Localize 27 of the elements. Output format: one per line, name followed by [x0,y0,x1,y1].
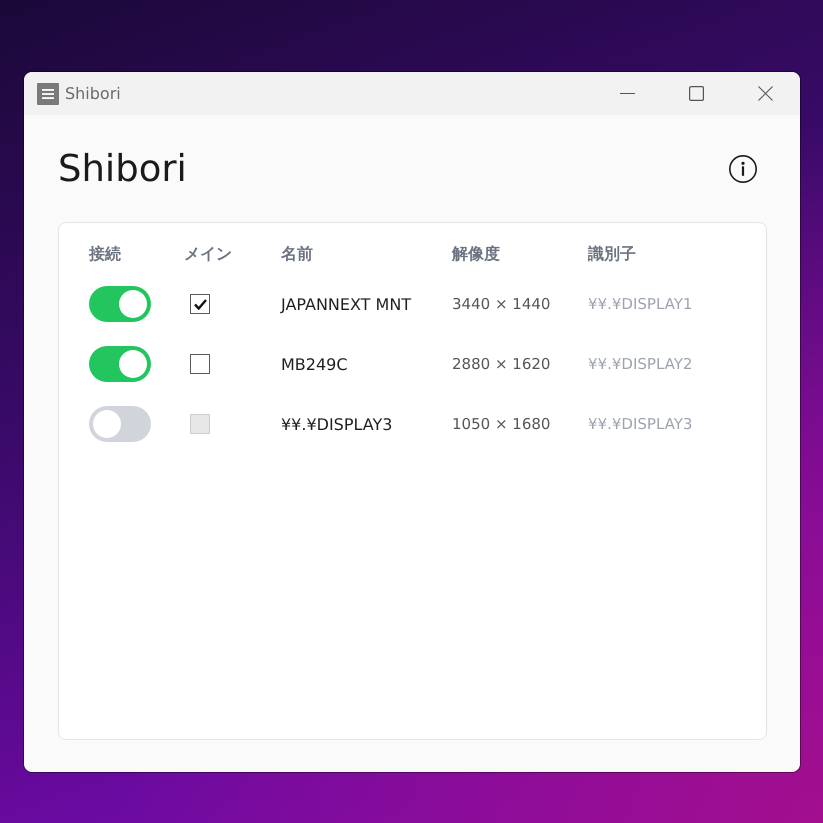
info-icon[interactable] [729,154,757,182]
identifier-text: ¥¥.¥DISPLAY2 [588,355,692,373]
maximize-icon [689,86,704,101]
display-name: JAPANNEXT MNT [281,294,412,314]
close-icon [758,86,773,101]
resolution-text: 1050 × 1680 [452,415,550,433]
column-header: 解像度 [452,244,500,264]
toggle-switch[interactable] [89,346,151,382]
toggle-switch[interactable] [89,406,151,442]
display-name: MB249C [281,354,348,374]
resolution-text: 2880 × 1620 [452,355,550,373]
identifier-text: ¥¥.¥DISPLAY3 [588,415,692,433]
identifier-text: ¥¥.¥DISPLAY1 [588,295,692,313]
window-title: Shibori [65,84,121,103]
menu-icon[interactable] [37,82,59,104]
checkbox[interactable] [190,294,210,314]
resolution-text: 3440 × 1440 [452,295,550,313]
column-header: 接続 [89,244,121,264]
minimize-icon [620,92,635,94]
column-header: 識別子 [588,244,636,264]
display-name: ¥¥.¥DISPLAY3 [281,414,392,434]
checkbox[interactable] [190,354,210,374]
column-header: メイン [184,244,232,264]
page-heading: Shibori [58,147,187,190]
column-header: 名前 [281,244,313,264]
toggle-switch[interactable] [89,286,151,322]
check-icon [194,298,206,310]
